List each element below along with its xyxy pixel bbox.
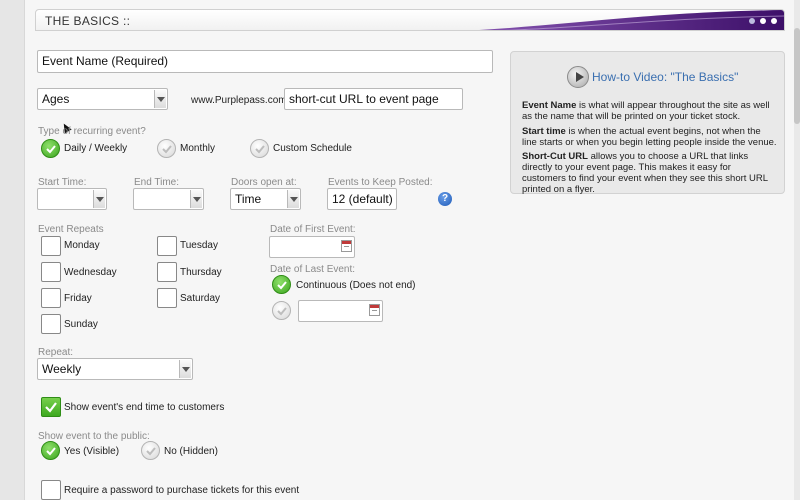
first-event-date-label: Date of First Event: [270, 224, 356, 235]
require-password-label: Require a password to purchase tickets f… [64, 485, 300, 496]
chevron-down-icon[interactable] [93, 190, 105, 208]
event-repeats-label: Event Repeats [38, 224, 104, 235]
repeat-select-value: Weekly [42, 362, 82, 376]
checkbox-tuesday[interactable] [157, 236, 177, 256]
calendar-icon[interactable] [341, 240, 352, 252]
check-icon [146, 447, 156, 456]
radio-visible[interactable] [41, 441, 60, 460]
end-time-label: End Time: [134, 177, 180, 188]
checkbox-thursday[interactable] [157, 262, 177, 282]
checkbox-require-password[interactable] [41, 480, 61, 500]
checkbox-sunday[interactable] [41, 314, 61, 334]
pager-dot[interactable] [760, 18, 766, 24]
check-icon [45, 402, 57, 413]
end-time-select[interactable] [133, 188, 204, 210]
radio-hidden[interactable] [141, 441, 160, 460]
day-sunday-label: Sunday [64, 319, 98, 330]
repeat-select[interactable]: Weekly [37, 358, 193, 380]
continuous-label: Continuous (Does not end) [296, 280, 416, 291]
option-daily-weekly-label: Daily / Weekly [64, 143, 128, 154]
chevron-down-icon[interactable] [190, 190, 202, 208]
help-term: Event Name [522, 100, 577, 111]
hidden-label: No (Hidden) [164, 446, 218, 457]
check-icon [277, 307, 287, 316]
doors-open-label: Doors open at: [231, 177, 297, 188]
header-swoosh [478, 10, 784, 30]
checkbox-wednesday[interactable] [41, 262, 61, 282]
day-saturday-label: Saturday [180, 293, 221, 304]
chevron-down-icon[interactable] [179, 360, 191, 378]
chevron-down-icon[interactable] [154, 90, 166, 108]
first-event-date-input[interactable] [269, 236, 355, 258]
checkbox-saturday[interactable] [157, 288, 177, 308]
left-strip [0, 0, 25, 500]
help-icon[interactable]: ? [438, 192, 452, 206]
events-keep-posted-label: Events to Keep Posted: [328, 177, 433, 188]
pager-dot[interactable] [749, 18, 755, 24]
ages-select-value: Ages [42, 92, 70, 106]
help-paragraph-short-url: Short-Cut URL allows you to choose a URL… [522, 151, 777, 195]
show-end-time-label: Show event's end time to customers [64, 402, 225, 413]
chevron-down-icon[interactable] [287, 190, 299, 208]
start-time-label: Start Time: [38, 177, 87, 188]
day-thursday-label: Thursday [180, 267, 222, 278]
checkbox-friday[interactable] [41, 288, 61, 308]
url-prefix: www.Purplepass.com/ [191, 95, 290, 106]
option-custom-schedule-label: Custom Schedule [273, 143, 352, 154]
day-friday-label: Friday [64, 293, 92, 304]
events-keep-posted-input[interactable]: 12 (default) [327, 188, 397, 210]
start-time-select[interactable] [37, 188, 107, 210]
help-term: Short-Cut URL [522, 151, 588, 162]
option-monthly-label: Monthly [180, 143, 216, 154]
radio-monthly[interactable] [157, 139, 176, 158]
visible-label: Yes (Visible) [64, 446, 120, 457]
radio-daily-weekly[interactable] [41, 139, 60, 158]
day-wednesday-label: Wednesday [64, 267, 117, 278]
play-icon[interactable] [567, 66, 589, 88]
radio-end-date[interactable] [272, 301, 291, 320]
radio-continuous[interactable] [272, 275, 291, 294]
short-url-input[interactable]: short-cut URL to event page [284, 88, 463, 110]
event-name-input[interactable]: Event Name (Required) [37, 50, 493, 73]
pager-dot[interactable] [771, 18, 777, 24]
check-icon [46, 145, 56, 154]
check-icon [255, 145, 265, 154]
help-paragraph-start-time: Start time is when the actual event begi… [522, 126, 777, 148]
scrollbar-thumb[interactable] [794, 28, 800, 124]
help-paragraph-event-name: Event Name is what will appear throughou… [522, 100, 777, 122]
help-term: Start time [522, 126, 566, 137]
last-event-date-label: Date of Last Event: [270, 264, 356, 275]
how-to-video-link[interactable]: How-to Video: "The Basics" [592, 70, 738, 84]
section-header: THE BASICS :: [35, 9, 785, 31]
checkbox-monday[interactable] [41, 236, 61, 256]
doors-open-value: Time [235, 192, 262, 206]
check-icon [162, 145, 172, 154]
calendar-icon[interactable] [369, 304, 380, 316]
recurring-type-label: Type of recurring event? [38, 126, 146, 137]
radio-custom-schedule[interactable] [250, 139, 269, 158]
scrollbar[interactable] [794, 0, 800, 500]
help-panel: How-to Video: "The Basics" Event Name is… [510, 51, 785, 195]
repeat-label: Repeat: [38, 347, 74, 358]
day-tuesday-label: Tuesday [180, 240, 218, 251]
section-title: THE BASICS :: [45, 14, 131, 28]
last-event-date-input[interactable] [298, 300, 383, 322]
check-icon [277, 281, 287, 290]
ages-select[interactable]: Ages [37, 88, 168, 110]
check-icon [46, 447, 56, 456]
checkbox-show-end-time[interactable] [41, 397, 61, 417]
doors-open-select[interactable]: Time [230, 188, 301, 210]
public-visibility-label: Show event to the public: [38, 431, 150, 442]
day-monday-label: Monday [64, 240, 100, 251]
